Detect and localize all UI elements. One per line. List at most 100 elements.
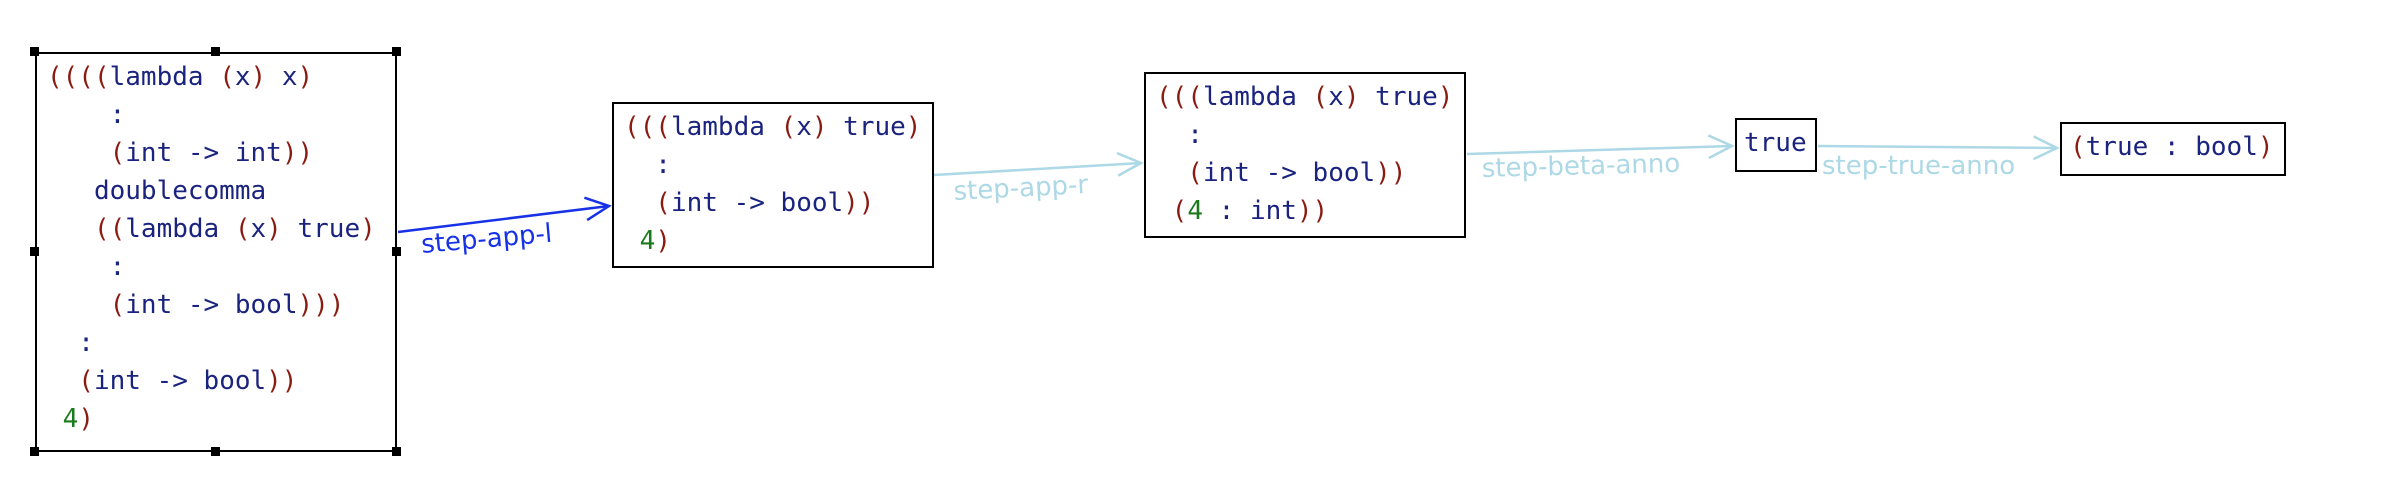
resize-handle[interactable] bbox=[211, 47, 220, 56]
term-line: : bbox=[624, 146, 922, 184]
term-line: (int -> bool)) bbox=[1156, 154, 1454, 192]
term-token: ) bbox=[360, 214, 376, 244]
term-line: (4 : int)) bbox=[1156, 192, 1454, 230]
edge-label[interactable]: step-app-l bbox=[420, 219, 553, 260]
term-token: ) bbox=[1343, 82, 1360, 112]
term-token: ( bbox=[1312, 82, 1329, 112]
term-node-3[interactable]: (((lambda (x) true) : (int -> bool)) (4 … bbox=[1144, 72, 1466, 238]
term-token: lambda bbox=[670, 112, 765, 142]
resize-handle[interactable] bbox=[30, 47, 39, 56]
term-token: x bbox=[266, 62, 298, 92]
term-line: : bbox=[47, 96, 385, 134]
term-token bbox=[47, 404, 63, 434]
term-token: true bbox=[1744, 128, 1807, 158]
term-token: ( bbox=[1156, 196, 1188, 226]
term-token: ) bbox=[297, 62, 314, 92]
term-token: ) bbox=[78, 404, 94, 434]
term-line: true bbox=[1744, 124, 1808, 162]
term-token: lambda bbox=[1202, 82, 1297, 112]
term-line: (((lambda (x) true) bbox=[1156, 78, 1454, 116]
term-token: int bbox=[1249, 196, 1297, 226]
edge-line[interactable] bbox=[1817, 144, 2058, 150]
resize-handle[interactable] bbox=[392, 247, 401, 256]
term-line: (true : bool) bbox=[2070, 128, 2276, 166]
term-token: ((( bbox=[1156, 82, 1203, 112]
term-token: doublecomma bbox=[47, 176, 267, 206]
term-token: int -> int bbox=[125, 138, 282, 168]
term-token: )) bbox=[266, 366, 298, 396]
term-token: ))) bbox=[297, 290, 345, 320]
term-line: 4) bbox=[624, 222, 922, 260]
term-token: x bbox=[1328, 82, 1344, 112]
resize-handle[interactable] bbox=[211, 447, 220, 456]
term-token: : bbox=[1202, 196, 1250, 226]
term-token: ( bbox=[780, 112, 797, 142]
term-line: (int -> int)) bbox=[47, 134, 385, 172]
term-token: ( bbox=[219, 62, 235, 92]
term-token: : bbox=[624, 150, 671, 180]
term-line: (int -> bool))) bbox=[47, 286, 385, 324]
term-token: ) bbox=[655, 226, 671, 256]
term-token: lambda bbox=[125, 214, 220, 244]
term-token bbox=[204, 62, 220, 92]
term-token: lambda bbox=[109, 62, 204, 92]
term-token: ( bbox=[47, 290, 126, 320]
term-token: ( bbox=[234, 214, 251, 244]
term-token: ( bbox=[2070, 132, 2086, 162]
term-token: x bbox=[250, 214, 267, 244]
term-line: (int -> bool)) bbox=[47, 362, 385, 400]
edge-step-app-r[interactable]: step-app-r bbox=[933, 151, 1144, 207]
term-token: ) bbox=[266, 214, 282, 244]
term-token: true bbox=[827, 112, 906, 142]
term-token: 4 bbox=[639, 226, 656, 256]
term-token: true : bool bbox=[2085, 132, 2258, 162]
term-token: ( bbox=[47, 138, 126, 168]
resize-handle[interactable] bbox=[30, 447, 39, 456]
term-line: (int -> bool)) bbox=[624, 184, 922, 222]
term-token: : bbox=[1156, 120, 1203, 150]
term-node-5[interactable]: (true : bool) bbox=[2060, 122, 2286, 176]
resize-handle[interactable] bbox=[30, 247, 39, 256]
term-token: (( bbox=[47, 214, 126, 244]
edge-step-true-anno[interactable]: step-true-anno bbox=[1817, 135, 2060, 181]
term-token: x bbox=[234, 62, 251, 92]
term-node-4[interactable]: true bbox=[1735, 118, 1817, 172]
term-token: )) bbox=[1375, 158, 1407, 188]
term-token: : bbox=[47, 328, 94, 358]
term-token: ) bbox=[905, 112, 922, 142]
term-node-2[interactable]: (((lambda (x) true) : (int -> bool)) 4) bbox=[612, 102, 934, 268]
term-token: true bbox=[281, 214, 361, 244]
term-line: 4) bbox=[47, 400, 385, 438]
term-token: true bbox=[1359, 82, 1438, 112]
edge-label[interactable]: step-true-anno bbox=[1822, 151, 2015, 181]
edge-step-beta-anno[interactable]: step-beta-anno bbox=[1466, 134, 1735, 184]
term-token: int -> bool bbox=[125, 290, 298, 320]
term-token: ( bbox=[47, 366, 94, 396]
edge-label[interactable]: step-beta-anno bbox=[1481, 149, 1680, 184]
term-token: x bbox=[796, 112, 812, 142]
term-line: : bbox=[1156, 116, 1454, 154]
reduction-graph-canvas: step-app-l step-app-r step-beta-anno step-t… bbox=[0, 0, 2406, 494]
term-token: (((( bbox=[47, 62, 110, 92]
resize-handle[interactable] bbox=[392, 47, 401, 56]
term-token: ) bbox=[1437, 82, 1454, 112]
term-token: int -> bool bbox=[93, 366, 267, 396]
term-token bbox=[219, 214, 235, 244]
edge-step-app-l[interactable]: step-app-l bbox=[397, 196, 612, 260]
term-token: ( bbox=[1156, 158, 1203, 188]
resize-handle[interactable] bbox=[392, 447, 401, 456]
term-token: : bbox=[47, 252, 126, 282]
term-token: )) bbox=[281, 138, 314, 168]
term-line: ((((lambda (x) x) bbox=[47, 58, 385, 96]
term-token: int -> bool bbox=[1202, 158, 1376, 188]
term-token: )) bbox=[1296, 196, 1329, 226]
term-token bbox=[765, 112, 781, 142]
term-node-1[interactable]: ((((lambda (x) x) : (int -> int)) double… bbox=[35, 52, 397, 452]
term-line: : bbox=[47, 324, 385, 362]
term-line: ((lambda (x) true) bbox=[47, 210, 385, 248]
edge-label[interactable]: step-app-r bbox=[953, 170, 1089, 207]
term-token bbox=[624, 226, 640, 256]
term-line: doublecomma bbox=[47, 172, 385, 210]
term-token: ) bbox=[250, 62, 267, 92]
term-token: ((( bbox=[624, 112, 671, 142]
